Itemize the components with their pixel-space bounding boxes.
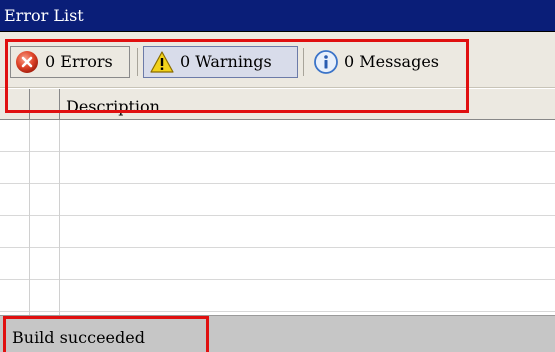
window-title: Error List bbox=[4, 6, 84, 25]
table-row[interactable] bbox=[0, 248, 555, 280]
warnings-filter-button[interactable]: 0 Warnings bbox=[143, 46, 298, 78]
column-header-description[interactable]: Description bbox=[66, 97, 160, 117]
error-list-grid bbox=[0, 120, 555, 315]
errors-count-label: 0 Errors bbox=[45, 52, 113, 71]
toolbar-separator bbox=[303, 48, 304, 76]
table-row[interactable] bbox=[0, 152, 555, 184]
warning-icon bbox=[150, 51, 174, 73]
filter-toolbar: 0 Errors 0 Warnings 0 Messages bbox=[0, 32, 555, 88]
column-header-number[interactable] bbox=[30, 89, 60, 119]
column-divider bbox=[29, 120, 30, 315]
table-row[interactable] bbox=[0, 216, 555, 248]
table-header: Description bbox=[0, 89, 555, 120]
warnings-count-label: 0 Warnings bbox=[180, 52, 272, 71]
errors-filter-button[interactable]: 0 Errors bbox=[10, 46, 130, 78]
messages-filter-button[interactable]: 0 Messages bbox=[310, 46, 460, 78]
error-icon bbox=[16, 51, 38, 73]
info-icon bbox=[314, 50, 338, 74]
messages-count-label: 0 Messages bbox=[344, 52, 439, 71]
table-row[interactable] bbox=[0, 280, 555, 312]
toolbar-separator bbox=[137, 48, 138, 76]
status-bar: Build succeeded bbox=[0, 315, 555, 352]
table-row[interactable] bbox=[0, 184, 555, 216]
table-row[interactable] bbox=[0, 120, 555, 152]
column-header-icon[interactable] bbox=[0, 89, 30, 119]
build-status-text: Build succeeded bbox=[12, 328, 145, 347]
column-divider bbox=[59, 120, 60, 315]
title-bar: Error List bbox=[0, 0, 555, 32]
